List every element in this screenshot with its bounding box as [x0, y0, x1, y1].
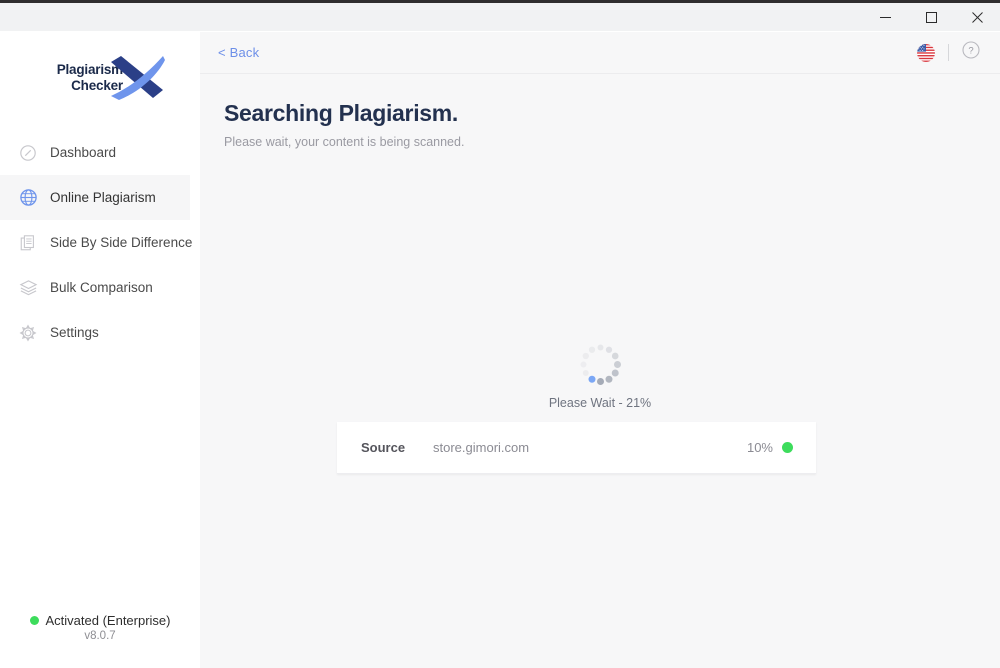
sidebar-item-online-plagiarism[interactable]: Online Plagiarism — [0, 175, 190, 220]
help-circle-icon[interactable]: ? — [962, 41, 980, 64]
header-divider — [948, 44, 949, 61]
page-title: Searching Plagiarism. — [224, 100, 459, 126]
source-label: Source — [361, 440, 406, 455]
license-status-text: Activated (Enterprise) — [45, 613, 171, 628]
main-header: < Back ? — [200, 32, 1000, 74]
sidebar-item-dashboard[interactable]: Dashboard — [0, 130, 200, 175]
minimize-button[interactable] — [862, 3, 908, 31]
source-percent: 10% — [746, 440, 773, 455]
sidebar-item-label: Side By Side Difference — [50, 235, 193, 250]
status-dot-icon — [29, 616, 39, 625]
app-version: v8.0.7 — [84, 630, 116, 642]
sidebar-item-label: Online Plagiarism — [50, 190, 156, 205]
globe-icon — [18, 188, 38, 208]
sidebar-item-label: Bulk Comparison — [50, 280, 153, 295]
window-titlebar[interactable] — [0, 3, 1000, 32]
loading-indicator: Please Wait - 21% — [200, 342, 1000, 410]
header-actions: ? — [917, 41, 980, 64]
back-button[interactable]: < Back — [218, 45, 259, 60]
sidebar-item-label: Dashboard — [50, 145, 117, 160]
spinner-dots-icon — [578, 342, 622, 386]
progress-text: Please Wait - 21% — [548, 396, 652, 410]
maximize-button[interactable] — [908, 3, 954, 31]
app-window: Plagiarism Checker Dashboard Online Plag… — [0, 0, 1000, 668]
main-content: Searching Plagiarism. Please wait, your … — [200, 74, 1000, 668]
sidebar: Plagiarism Checker Dashboard Online Plag… — [0, 32, 200, 668]
app-logo: Plagiarism Checker — [0, 32, 200, 122]
license-status: Activated (Enterprise) v8.0.7 — [0, 613, 200, 642]
page-subtitle: Please wait, your content is being scann… — [224, 135, 465, 149]
sidebar-nav: Dashboard Online Plagiarism Side By Side… — [0, 130, 200, 355]
source-status-dot-icon — [782, 442, 793, 453]
gauge-icon — [18, 143, 38, 163]
main-area: < Back ? Searching Plagiarism. Please wa… — [200, 32, 1000, 668]
sidebar-item-side-by-side-difference[interactable]: Side By Side Difference — [0, 220, 200, 265]
close-button[interactable] — [954, 3, 1000, 31]
gear-icon — [18, 323, 38, 343]
source-result-row[interactable]: Source store.gimori.com 10% — [337, 422, 816, 474]
sidebar-item-label: Settings — [50, 325, 99, 340]
logo-x-mark-icon — [107, 54, 165, 107]
app-body: Plagiarism Checker Dashboard Online Plag… — [0, 32, 1000, 668]
sidebar-item-bulk-comparison[interactable]: Bulk Comparison — [0, 265, 200, 310]
documents-icon — [18, 233, 38, 253]
sidebar-item-settings[interactable]: Settings — [0, 310, 200, 355]
svg-text:?: ? — [968, 46, 973, 57]
us-flag-icon[interactable] — [917, 43, 935, 62]
source-url[interactable]: store.gimori.com — [433, 440, 747, 455]
layers-icon — [18, 278, 38, 298]
